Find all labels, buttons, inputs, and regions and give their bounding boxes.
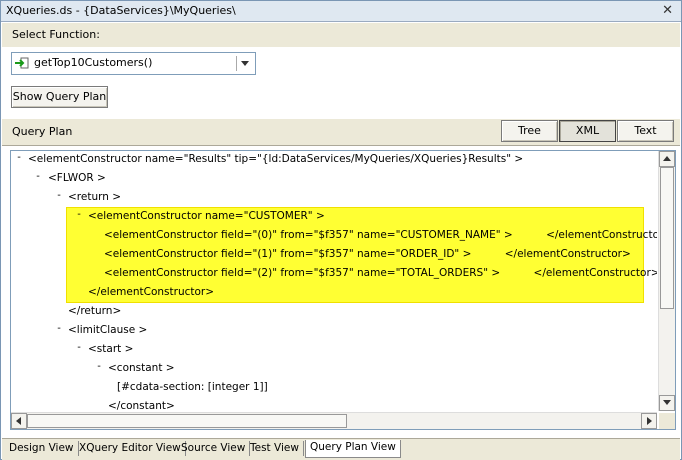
collapse-toggle[interactable]: - xyxy=(95,361,103,372)
window-title: XQueries.ds - {DataServices}\MyQueries\ xyxy=(6,4,236,17)
arrow-up-icon xyxy=(663,156,671,161)
xml-view-button[interactable]: XML xyxy=(559,120,616,142)
scroll-down-button[interactable] xyxy=(659,395,675,411)
arrow-left-icon xyxy=(16,417,21,425)
collapse-toggle[interactable]: - xyxy=(55,323,63,334)
arrow-right-icon xyxy=(647,417,652,425)
function-area: getTop10Customers() Show Query Plan xyxy=(2,47,680,119)
scroll-right-button[interactable] xyxy=(641,413,657,429)
arrow-down-icon xyxy=(663,400,671,405)
tree-line: <FLWOR > xyxy=(48,172,106,184)
select-function-header: Select Function: xyxy=(2,22,680,48)
function-dropdown-value: getTop10Customers() xyxy=(34,56,153,69)
collapse-toggle[interactable]: - xyxy=(34,171,42,182)
tab-source-view[interactable]: Source View xyxy=(177,441,251,456)
tab-test-view[interactable]: Test View xyxy=(246,441,304,456)
tab-query-plan-view[interactable]: Query Plan View xyxy=(305,440,401,458)
tree-line: </return> xyxy=(68,305,122,317)
scroll-left-button[interactable] xyxy=(11,413,27,429)
scroll-corner xyxy=(659,413,675,429)
collapse-toggle[interactable]: - xyxy=(75,342,83,353)
scroll-up-button[interactable] xyxy=(659,151,675,167)
query-plan-label: Query Plan xyxy=(12,125,73,138)
tab-design-view[interactable]: Design View xyxy=(5,441,79,456)
text-view-button[interactable]: Text xyxy=(617,120,674,142)
close-icon[interactable]: ✕ xyxy=(662,3,673,18)
select-function-label: Select Function: xyxy=(12,28,100,41)
horizontal-scroll-thumb[interactable] xyxy=(27,414,347,428)
tree-line: <return > xyxy=(68,191,122,203)
tree-line: <elementConstructor field="(1)" from="$f… xyxy=(104,248,631,260)
chevron-down-icon[interactable] xyxy=(241,61,249,66)
tree-line: <elementConstructor field="(0)" from="$f… xyxy=(104,229,657,241)
function-arrow-icon xyxy=(15,57,29,69)
function-dropdown[interactable]: getTop10Customers() xyxy=(11,52,256,75)
dropdown-separator xyxy=(236,56,237,71)
vertical-scroll-thumb[interactable] xyxy=(660,167,674,309)
query-plan-header: Query Plan Tree XML Text xyxy=(2,118,680,146)
window: XQueries.ds - {DataServices}\MyQueries\ … xyxy=(0,0,682,460)
collapse-toggle[interactable]: - xyxy=(15,152,23,163)
tab-xquery-editor-view[interactable]: XQuery Editor View xyxy=(75,441,186,456)
show-query-plan-button[interactable]: Show Query Plan xyxy=(11,86,108,108)
tree-line: </elementConstructor> xyxy=(88,286,215,298)
vertical-scrollbar[interactable] xyxy=(658,151,675,411)
query-plan-tree: - <elementConstructor name="Results" tip… xyxy=(11,151,657,411)
horizontal-scrollbar[interactable] xyxy=(11,412,657,429)
view-tabs: Design View XQuery Editor View Source Vi… xyxy=(2,438,680,460)
tree-line: <start > xyxy=(88,343,134,355)
tree-line: <constant > xyxy=(108,362,175,374)
collapse-toggle[interactable]: - xyxy=(75,209,83,220)
tree-line: <elementConstructor name="Results" tip="… xyxy=(28,153,524,165)
tree-line: [#cdata-section: [integer 1]] xyxy=(117,381,268,393)
title-bar: XQueries.ds - {DataServices}\MyQueries\ … xyxy=(1,1,681,22)
tree-view-button[interactable]: Tree xyxy=(501,120,558,142)
query-plan-viewer[interactable]: - <elementConstructor name="Results" tip… xyxy=(10,150,676,430)
collapse-toggle[interactable]: - xyxy=(55,190,63,201)
tree-line: <limitClause > xyxy=(68,324,148,336)
tree-line: <elementConstructor name="CUSTOMER" > xyxy=(88,210,325,222)
tree-line: </constant> xyxy=(108,400,175,411)
tree-line: <elementConstructor field="(2)" from="$f… xyxy=(104,267,657,279)
